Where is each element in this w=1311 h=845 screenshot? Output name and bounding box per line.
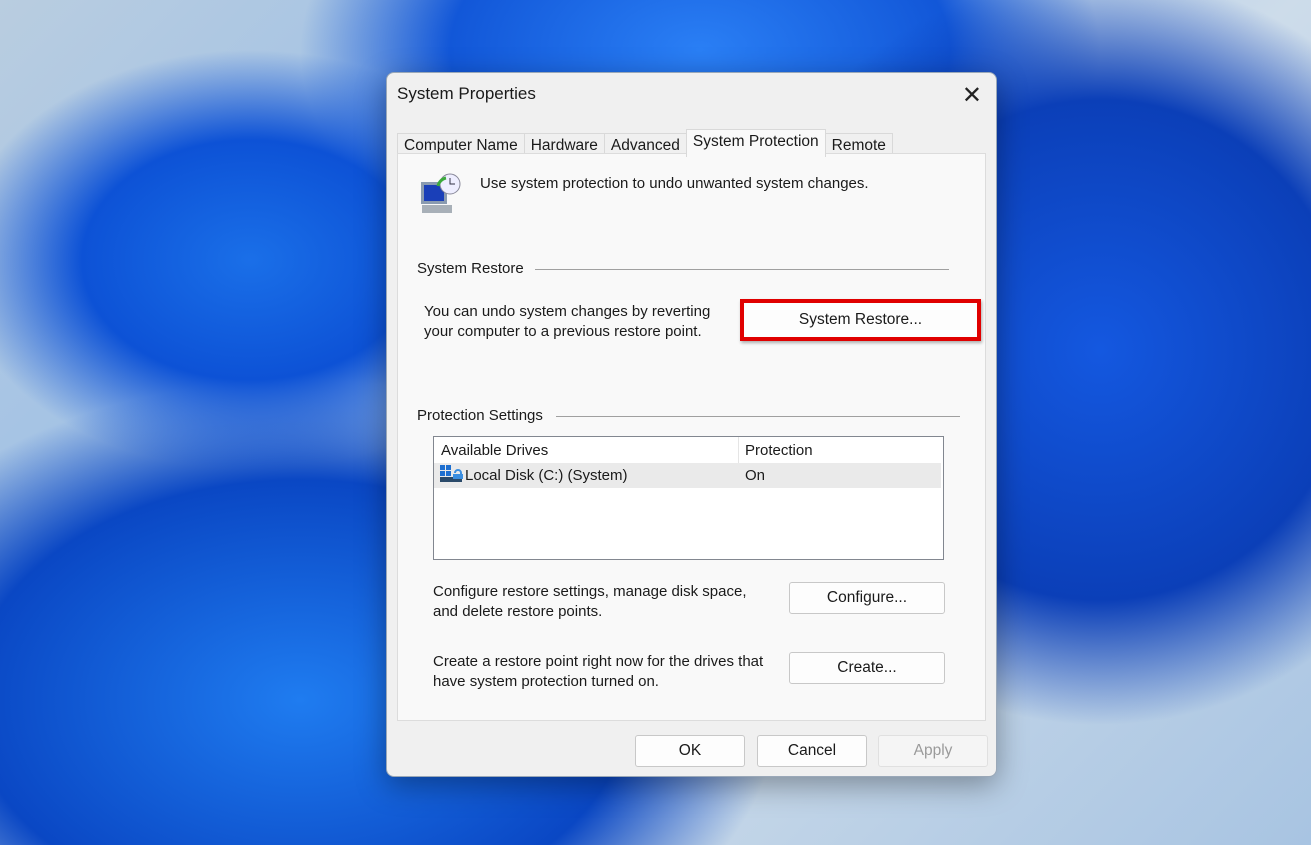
divider (535, 269, 949, 270)
drive-icon (440, 465, 463, 482)
text-line: have system protection turned on. (433, 673, 659, 690)
column-divider[interactable] (738, 437, 739, 463)
column-header-drives[interactable]: Available Drives (441, 442, 548, 459)
system-properties-dialog: System Properties ✕ Computer Name Hardwa… (386, 72, 997, 777)
divider (556, 416, 960, 417)
configure-button[interactable]: Configure... (789, 582, 945, 614)
column-header-protection[interactable]: Protection (745, 442, 813, 459)
text-line: You can undo system changes by reverting (424, 303, 711, 320)
protection-settings-heading: Protection Settings (417, 407, 543, 424)
list-header: Available Drives Protection (434, 437, 943, 463)
close-icon[interactable]: ✕ (962, 81, 982, 110)
text-line: Configure restore settings, manage disk … (433, 583, 747, 600)
drive-name: Local Disk (C:) (System) (465, 467, 628, 484)
system-protection-panel: Use system protection to undo unwanted s… (397, 153, 986, 721)
system-restore-button[interactable]: System Restore... (740, 299, 981, 341)
system-restore-description: You can undo system changes by reverting… (424, 302, 710, 342)
apply-button[interactable]: Apply (878, 735, 988, 767)
dialog-title: System Properties (397, 84, 536, 103)
intro-text: Use system protection to undo unwanted s… (480, 175, 869, 192)
ok-button[interactable]: OK (635, 735, 745, 767)
drive-protection-status: On (745, 467, 766, 484)
system-protection-icon (421, 173, 461, 213)
system-restore-heading: System Restore (417, 260, 524, 277)
text-line: your computer to a previous restore poin… (424, 323, 702, 340)
drives-list: Available Drives Protection Local Disk (… (433, 436, 944, 560)
cancel-button[interactable]: Cancel (757, 735, 867, 767)
create-button[interactable]: Create... (789, 652, 945, 684)
configure-description: Configure restore settings, manage disk … (433, 582, 747, 622)
create-description: Create a restore point right now for the… (433, 652, 763, 692)
text-line: and delete restore points. (433, 603, 603, 620)
text-line: Create a restore point right now for the… (433, 653, 764, 670)
tab-system-protection[interactable]: System Protection (685, 129, 826, 157)
table-row[interactable]: Local Disk (C:) (System) On (434, 463, 941, 488)
